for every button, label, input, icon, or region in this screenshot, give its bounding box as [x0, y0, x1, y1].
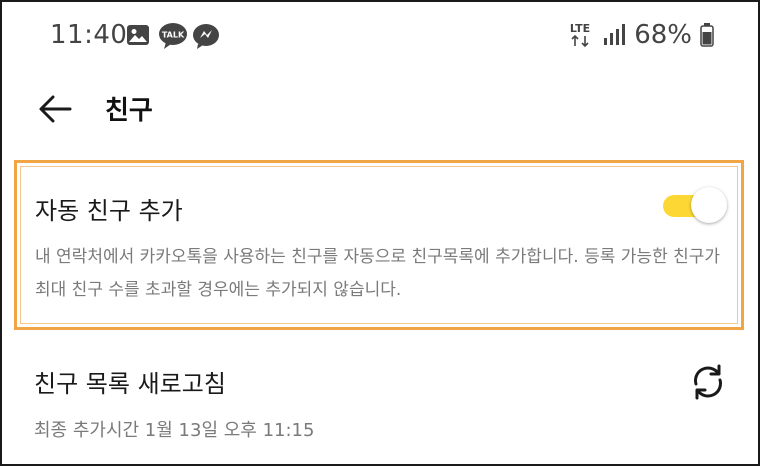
- network-label: LTE: [570, 22, 590, 35]
- toggle-knob: [691, 187, 727, 223]
- status-bar: 11:40 TALK LTE 68%: [2, 2, 758, 70]
- lte-icon: LTE: [570, 22, 590, 48]
- gallery-icon: [126, 24, 150, 50]
- auto-add-description: 내 연락처에서 카카오톡을 사용하는 친구를 자동으로 친구목록에 추가합니다.…: [35, 247, 721, 300]
- battery-percent: 68%: [634, 20, 692, 50]
- page-title: 친구: [105, 96, 153, 126]
- auto-add-toggle[interactable]: [663, 187, 727, 223]
- back-arrow-icon: [39, 95, 72, 123]
- screen: 11:40 TALK LTE 68% 친구 자동 친구 추가 내 연락처에서 카…: [0, 0, 760, 466]
- app-bar: 친구: [2, 80, 758, 136]
- status-right-cluster: LTE 68%: [568, 18, 714, 52]
- signal-icon: [604, 24, 626, 45]
- auto-add-title: 자동 친구 추가: [35, 197, 183, 225]
- back-button[interactable]: [32, 86, 78, 132]
- refresh-list-title: 친구 목록 새로고침: [34, 370, 226, 398]
- refresh-button[interactable]: [686, 360, 730, 404]
- kakaotalk-icon: TALK: [158, 22, 188, 54]
- talk-badge-text: TALK: [162, 31, 185, 40]
- last-added-time: 최종 추가시간 1월 13일 오후 11:15: [34, 420, 315, 441]
- refresh-icon: [694, 364, 722, 400]
- messenger-icon: [192, 22, 220, 54]
- battery-icon: [700, 23, 714, 47]
- auto-add-friends-setting: 자동 친구 추가 내 연락처에서 카카오톡을 사용하는 친구를 자동으로 친구목…: [14, 160, 744, 330]
- status-time: 11:40: [50, 20, 128, 50]
